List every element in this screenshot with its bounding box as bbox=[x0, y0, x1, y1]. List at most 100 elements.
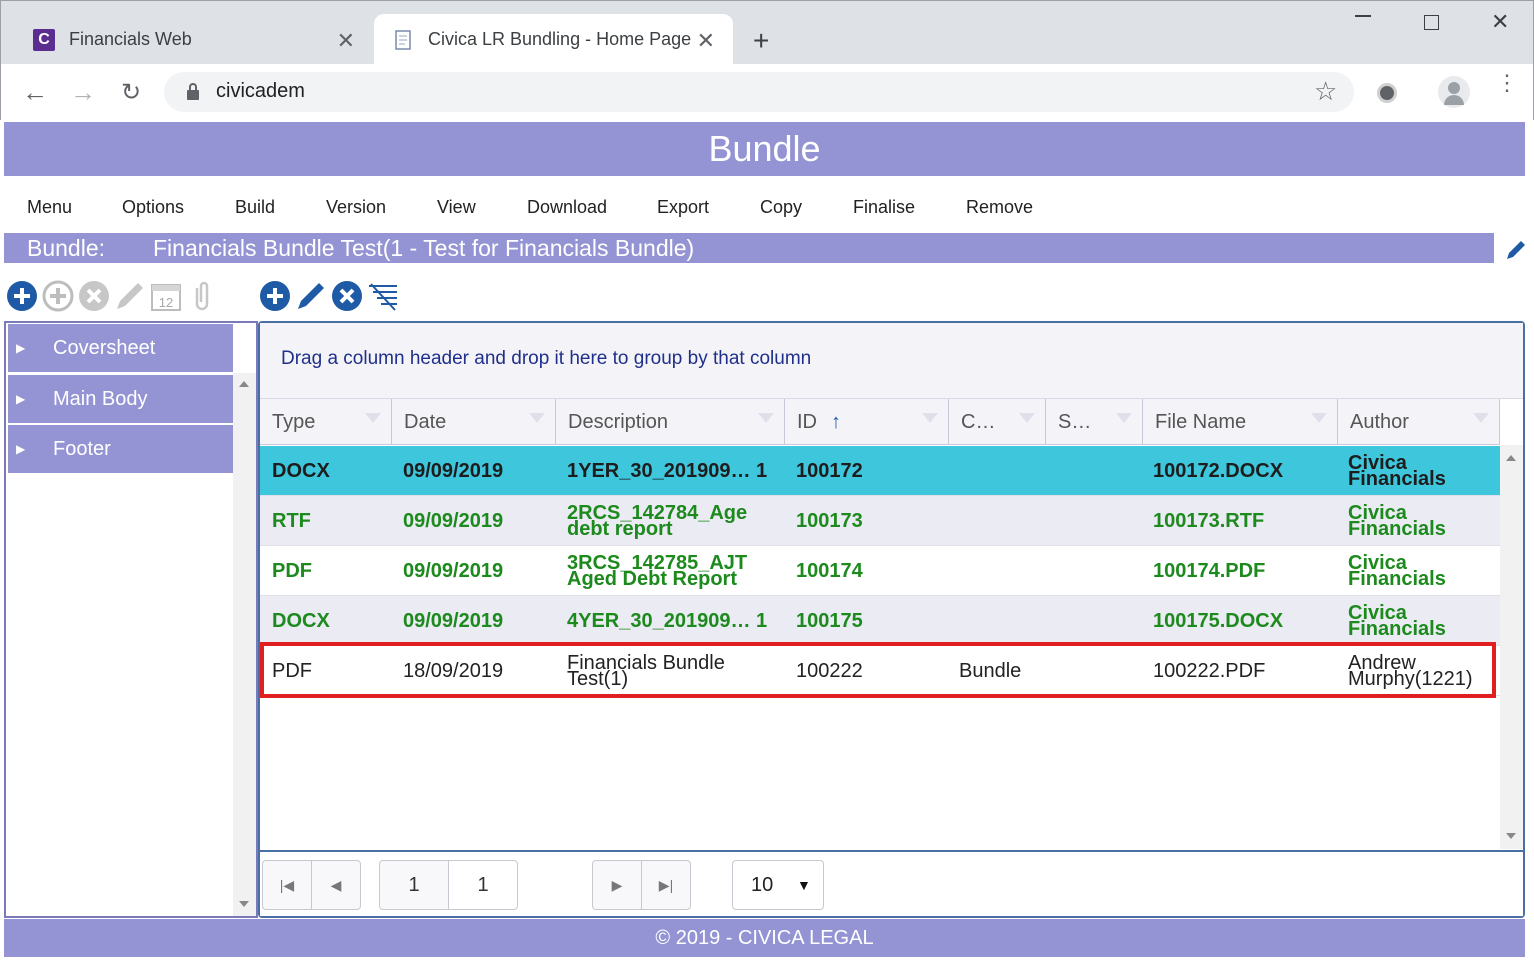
col-header-s[interactable]: S… bbox=[1046, 399, 1143, 445]
cell-s bbox=[1056, 596, 1146, 646]
minimize-icon[interactable] bbox=[1355, 15, 1371, 17]
menu-item-download[interactable]: Download bbox=[527, 197, 607, 218]
back-icon[interactable]: ← bbox=[19, 76, 51, 108]
first-page-button[interactable]: |◀ bbox=[262, 860, 312, 910]
pager: |◀ ◀ 1 1 ▶ ▶| 10 ▼ bbox=[260, 850, 1523, 916]
add-document-icon[interactable] bbox=[259, 280, 291, 312]
cell-s bbox=[1056, 446, 1146, 496]
filter-icon[interactable] bbox=[365, 413, 381, 423]
menu-item-menu[interactable]: Menu bbox=[27, 197, 72, 218]
documents-grid: Drag a column header and drop it here to… bbox=[258, 321, 1525, 918]
close-tab-icon[interactable]: ✕ bbox=[697, 28, 715, 54]
cell-date: 09/09/2019 bbox=[403, 610, 504, 632]
expand-arrow-icon[interactable]: ▶ bbox=[16, 324, 25, 372]
cell-id: 100175 bbox=[796, 610, 863, 632]
new-tab-icon[interactable]: + bbox=[753, 25, 769, 57]
cell-type: PDF bbox=[272, 560, 312, 582]
filter-icon[interactable] bbox=[758, 413, 774, 423]
first-page-icon: |◀ bbox=[279, 876, 295, 893]
attachment-icon bbox=[195, 281, 209, 311]
cell-type: RTF bbox=[272, 510, 311, 532]
forward-icon[interactable]: → bbox=[67, 76, 99, 108]
col-header-c[interactable]: C… bbox=[949, 399, 1046, 445]
page-size-select[interactable]: 10 ▼ bbox=[732, 860, 824, 910]
cell-description: 3RCS_142785_AJT Aged Debt Report bbox=[567, 552, 748, 590]
tab-civica-lr-bundling[interactable]: Civica LR Bundling - Home Page ✕ bbox=[374, 14, 733, 65]
cell-file-name: 100174.PDF bbox=[1153, 560, 1266, 582]
filter-icon[interactable] bbox=[529, 413, 545, 423]
edit-document-pencil-icon[interactable] bbox=[295, 280, 327, 312]
menu-item-copy[interactable]: Copy bbox=[760, 197, 802, 218]
col-header-file-name[interactable]: File Name bbox=[1143, 399, 1338, 445]
col-header-author[interactable]: Author bbox=[1338, 399, 1500, 445]
window-close-icon[interactable]: ✕ bbox=[1491, 9, 1509, 35]
filter-icon[interactable] bbox=[922, 413, 938, 423]
section-tree: ▶ Coversheet ▶ Main Body ▶ Footer bbox=[4, 321, 258, 918]
add-section-icon[interactable] bbox=[6, 280, 38, 312]
cell-date: 09/09/2019 bbox=[403, 460, 504, 482]
group-by-drop-zone[interactable]: Drag a column header and drop it here to… bbox=[260, 323, 1523, 399]
prev-page-button[interactable]: ◀ bbox=[311, 860, 361, 910]
menu-item-export[interactable]: Export bbox=[657, 197, 709, 218]
menu-item-remove[interactable]: Remove bbox=[966, 197, 1033, 218]
reload-icon[interactable]: ↻ bbox=[115, 76, 147, 108]
cell-file-name: 100175.DOCX bbox=[1153, 610, 1284, 632]
extension-icon[interactable] bbox=[1377, 83, 1397, 103]
scroll-up-icon[interactable] bbox=[1506, 455, 1516, 461]
menu-item-view[interactable]: View bbox=[437, 197, 476, 218]
page-number-input[interactable]: 1 bbox=[448, 860, 518, 910]
menu-item-finalise[interactable]: Finalise bbox=[853, 197, 915, 218]
cell-file-name: 100172.DOCX bbox=[1153, 460, 1284, 482]
filter-icon[interactable] bbox=[1116, 413, 1132, 423]
expand-arrow-icon[interactable]: ▶ bbox=[16, 375, 25, 423]
cell-description: 2RCS_142784_Age debt report bbox=[567, 502, 748, 540]
table-row[interactable]: DOCX 09/09/2019 4YER_30_201909… 1 100175… bbox=[260, 596, 1500, 646]
table-row[interactable]: DOCX 09/09/2019 1YER_30_201909… 1 100172… bbox=[260, 446, 1500, 496]
tab-financials-web[interactable]: C Financials Web ✕ bbox=[1, 14, 371, 65]
section-coversheet[interactable]: ▶ Coversheet bbox=[8, 324, 233, 372]
page-size-value: 10 bbox=[751, 873, 774, 896]
col-header-type[interactable]: Type bbox=[260, 399, 392, 445]
scroll-up-icon[interactable] bbox=[239, 381, 249, 387]
prev-page-icon: ◀ bbox=[330, 876, 342, 893]
table-row[interactable]: PDF 09/09/2019 3RCS_142785_AJT Aged Debt… bbox=[260, 546, 1500, 596]
cell-id: 100172 bbox=[796, 460, 863, 482]
sidebar-scrollbar[interactable] bbox=[233, 373, 256, 916]
scroll-down-icon[interactable] bbox=[1506, 833, 1516, 839]
maximize-icon[interactable] bbox=[1424, 15, 1439, 30]
section-label: Coversheet bbox=[53, 337, 156, 359]
last-page-button[interactable]: ▶| bbox=[641, 860, 691, 910]
profile-avatar-icon[interactable] bbox=[1438, 76, 1470, 108]
col-header-date[interactable]: Date bbox=[392, 399, 556, 445]
col-header-id[interactable]: ID ↑ bbox=[785, 399, 949, 445]
grid-scrollbar[interactable] bbox=[1500, 445, 1523, 849]
filter-icon[interactable] bbox=[1019, 413, 1035, 423]
section-main-body[interactable]: ▶ Main Body bbox=[8, 375, 233, 423]
bundle-info-bar: Bundle: Financials Bundle Test(1 - Test … bbox=[4, 233, 1494, 263]
filter-icon[interactable] bbox=[1311, 413, 1327, 423]
cell-file-name: 100173.RTF bbox=[1153, 510, 1265, 532]
section-footer[interactable]: ▶ Footer bbox=[8, 425, 233, 473]
next-page-icon: ▶ bbox=[611, 876, 623, 893]
menu-item-build[interactable]: Build bbox=[235, 197, 275, 218]
cell-author: Civica Financials bbox=[1348, 602, 1446, 640]
next-page-button[interactable]: ▶ bbox=[592, 860, 642, 910]
bookmark-star-icon[interactable]: ☆ bbox=[1314, 76, 1337, 107]
last-page-icon: ▶| bbox=[658, 876, 674, 893]
scroll-down-icon[interactable] bbox=[239, 901, 249, 907]
menu-item-options[interactable]: Options bbox=[122, 197, 184, 218]
filter-icon[interactable] bbox=[1473, 413, 1489, 423]
close-tab-icon[interactable]: ✕ bbox=[337, 28, 355, 54]
delete-section-icon bbox=[79, 281, 109, 311]
address-bar[interactable]: civicadem ☆ bbox=[164, 72, 1354, 112]
kebab-menu-icon[interactable]: ⋮ bbox=[1496, 72, 1518, 94]
edit-bundle-pencil-icon[interactable] bbox=[1504, 238, 1528, 262]
delete-document-icon[interactable] bbox=[331, 280, 363, 312]
col-header-description[interactable]: Description bbox=[556, 399, 785, 445]
menu-item-version[interactable]: Version bbox=[326, 197, 386, 218]
cell-id: 100173 bbox=[796, 510, 863, 532]
cell-c bbox=[959, 446, 1049, 496]
table-row[interactable]: RTF 09/09/2019 2RCS_142784_Age debt repo… bbox=[260, 496, 1500, 546]
clear-filter-icon[interactable] bbox=[367, 280, 399, 312]
expand-arrow-icon[interactable]: ▶ bbox=[16, 425, 25, 473]
